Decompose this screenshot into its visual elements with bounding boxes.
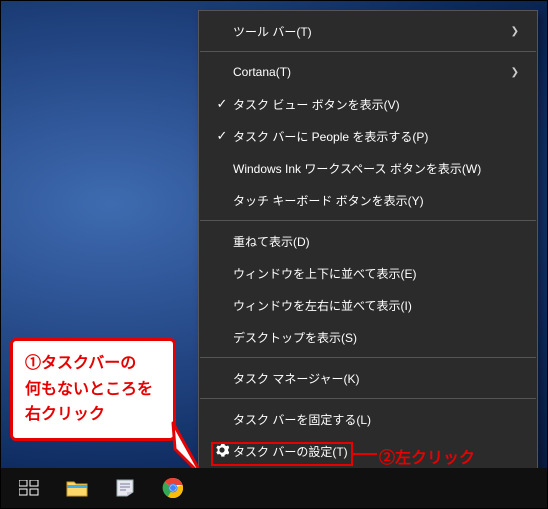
taskbar-context-menu: ツール バー(T)❯Cortana(T)❯✓タスク ビュー ボタンを表示(V)✓… [198,10,538,472]
menu-item-label: タスク バーの設定(T) [233,443,519,460]
callout-line: 右クリック [25,402,161,428]
menu-item[interactable]: Windows Ink ワークスペース ボタンを表示(W) [199,152,537,184]
gear-icon [215,443,229,457]
menu-item-label: デスクトップを表示(S) [233,329,519,346]
check-icon: ✓ [211,128,233,144]
callout-line: 何もないところを [25,377,161,403]
chevron-right-icon: ❯ [511,67,519,78]
chevron-right-icon: ❯ [511,26,519,37]
menu-item-label: ウィンドウを左右に並べて表示(I) [233,297,519,314]
chrome-icon [162,477,184,499]
check-icon: ✓ [211,96,233,112]
task-view-icon [19,480,39,496]
menu-item-label: タスク マネージャー(K) [233,370,519,387]
task-view-button[interactable] [5,468,53,508]
callout-leader-2 [353,453,377,455]
menu-item[interactable]: タッチ キーボード ボタンを表示(Y) [199,184,537,216]
menu-item[interactable]: ✓タスク バーに People を表示する(P) [199,120,537,152]
menu-item-label: 重ねて表示(D) [233,233,519,250]
callout-line: ①タスクバーの [25,351,161,377]
menu-item-label: Cortana(T) [233,65,511,79]
menu-item[interactable]: タスク マネージャー(K) [199,362,537,394]
chrome-button[interactable] [149,468,197,508]
menu-item[interactable]: ウィンドウを上下に並べて表示(E) [199,257,537,289]
menu-separator [200,357,536,358]
menu-item-label: Windows Ink ワークスペース ボタンを表示(W) [233,160,519,177]
menu-item-label: タスク バーに People を表示する(P) [233,128,519,145]
folder-icon [66,479,88,497]
menu-separator [200,398,536,399]
menu-item[interactable]: ツール バー(T)❯ [199,15,537,47]
menu-item[interactable]: ✓タスク ビュー ボタンを表示(V) [199,88,537,120]
file-explorer-button[interactable] [53,468,101,508]
menu-item-label: ウィンドウを上下に並べて表示(E) [233,265,519,282]
menu-item-label: タッチ キーボード ボタンを表示(Y) [233,192,519,209]
note-icon [115,478,135,498]
menu-item[interactable]: デスクトップを表示(S) [199,321,537,353]
menu-separator [200,51,536,52]
taskbar[interactable] [1,468,547,508]
menu-item[interactable]: ウィンドウを左右に並べて表示(I) [199,289,537,321]
sticky-notes-button[interactable] [101,468,149,508]
menu-item[interactable]: 重ねて表示(D) [199,225,537,257]
menu-item[interactable]: タスク バーの設定(T) [199,435,537,467]
annotation-callout-1: ①タスクバーの 何もないところを 右クリック [10,338,176,441]
menu-separator [200,220,536,221]
menu-item-label: ツール バー(T) [233,23,511,40]
gear-icon [211,443,233,460]
menu-item-label: タスク バーを固定する(L) [233,411,519,428]
menu-item-label: タスク ビュー ボタンを表示(V) [233,96,519,113]
menu-item[interactable]: タスク バーを固定する(L) [199,403,537,435]
menu-item[interactable]: Cortana(T)❯ [199,56,537,88]
annotation-callout-2: ②左クリック [379,444,475,468]
